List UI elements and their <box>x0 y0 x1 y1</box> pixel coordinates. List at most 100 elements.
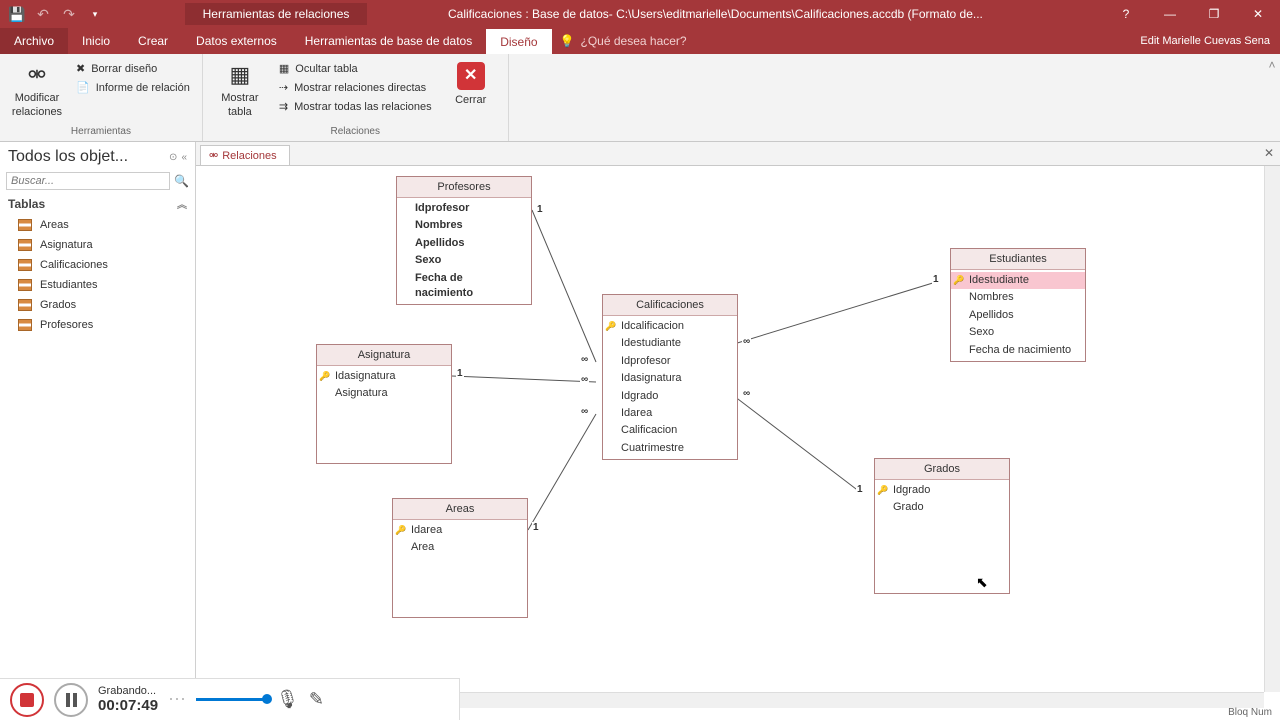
nav-section-tables[interactable]: Tablas ︽ <box>0 192 195 215</box>
table-calificaciones[interactable]: Calificaciones Idcalificacion Idestudian… <box>602 294 738 460</box>
direct-icon: ⇢ <box>279 81 288 94</box>
field-idgrado[interactable]: Idgrado <box>875 482 1009 499</box>
nav-item-estudiantes[interactable]: Estudiantes <box>0 275 195 295</box>
search-icon[interactable]: 🔍 <box>170 174 189 188</box>
table-title: Estudiantes <box>951 249 1085 270</box>
tab-relaciones[interactable]: ⚮ Relaciones <box>200 145 290 165</box>
field-idprofesor[interactable]: Idprofesor <box>397 200 531 217</box>
ribbon-tabs: Archivo Inicio Crear Datos externos Herr… <box>0 28 1280 54</box>
nav-dropdown-icon[interactable]: ⊙ <box>165 152 181 163</box>
table-icon <box>18 219 32 231</box>
hide-table-button[interactable]: ▦Ocultar tabla <box>275 60 436 77</box>
field-apellidos[interactable]: Apellidos <box>397 235 531 252</box>
table-icon <box>18 319 32 331</box>
table-title: Calificaciones <box>603 295 737 316</box>
tab-create[interactable]: Crear <box>124 28 182 54</box>
titlebar: 💾 ↶ ↷ ▾ Herramientas de relaciones Calif… <box>0 0 1280 28</box>
tab-home[interactable]: Inicio <box>68 28 124 54</box>
ribbon-group-relations: ▦ Mostrar tabla ▦Ocultar tabla ⇢Mostrar … <box>203 54 509 141</box>
status-text: Bloq Num <box>1228 707 1272 718</box>
nav-item-grados[interactable]: Grados <box>0 295 195 315</box>
field-idcalificacion[interactable]: Idcalificacion <box>603 318 737 335</box>
tab-dbtools[interactable]: Herramientas de base de datos <box>291 28 486 54</box>
redo-icon[interactable]: ↷ <box>60 5 78 23</box>
mic-icon[interactable]: 🎙 <box>276 689 299 710</box>
help-icon[interactable]: ? <box>1104 0 1148 28</box>
field-idasignatura[interactable]: Idasignatura <box>603 370 737 387</box>
nav-search[interactable]: 🔍 <box>0 170 195 192</box>
close-tab-icon[interactable]: ✕ <box>1264 146 1274 160</box>
workspace: Todos los objet... ⊙ « 🔍 Tablas ︽ Areas … <box>0 142 1280 708</box>
search-input[interactable] <box>6 172 170 190</box>
all-relations-button[interactable]: ⇉Mostrar todas las relaciones <box>275 98 436 115</box>
field-idgrado[interactable]: Idgrado <box>603 388 737 405</box>
close-relations-button[interactable]: ✕ Cerrar <box>442 58 500 107</box>
context-tab-label: Herramientas de relaciones <box>185 3 368 25</box>
relations-tab-icon: ⚮ <box>209 149 218 162</box>
table-estudiantes[interactable]: Estudiantes Idestudiante Nombres Apellid… <box>950 248 1086 362</box>
volume-slider[interactable] <box>196 698 266 701</box>
nav-collapse-icon[interactable]: « <box>181 152 187 163</box>
recording-time: 00:07:49 <box>98 697 158 714</box>
field-sexo[interactable]: Sexo <box>397 252 531 269</box>
minimize-icon[interactable]: — <box>1148 0 1192 28</box>
pen-icon[interactable]: ✎ <box>309 689 324 710</box>
table-profesores[interactable]: Profesores Idprofesor Nombres Apellidos … <box>396 176 532 305</box>
table-areas[interactable]: Areas Idarea Area <box>392 498 528 618</box>
field-nombres[interactable]: Nombres <box>397 217 531 234</box>
all-icon: ⇉ <box>279 100 288 113</box>
nav-item-asignatura[interactable]: Asignatura <box>0 235 195 255</box>
field-cuatrimestre[interactable]: Cuatrimestre <box>603 440 737 457</box>
field-sexo[interactable]: Sexo <box>951 324 1085 341</box>
ribbon-collapse-icon[interactable]: ˄ <box>1264 54 1280 141</box>
restore-icon[interactable]: ❐ <box>1192 0 1236 28</box>
field-idestudiante[interactable]: Idestudiante <box>951 272 1085 289</box>
field-area[interactable]: Area <box>393 539 527 556</box>
show-table-button[interactable]: ▦ Mostrar tabla <box>211 58 269 119</box>
direct-relations-button[interactable]: ⇢Mostrar relaciones directas <box>275 79 436 96</box>
tab-design[interactable]: Diseño <box>486 28 551 54</box>
tell-me-search[interactable]: 💡 ¿Qué desea hacer? <box>552 28 1131 54</box>
document-tabs: ⚮ Relaciones ✕ <box>196 142 1280 166</box>
tab-external[interactable]: Datos externos <box>182 28 291 54</box>
table-title: Asignatura <box>317 345 451 366</box>
nav-item-profesores[interactable]: Profesores <box>0 315 195 335</box>
nav-title[interactable]: Todos los objet... <box>8 148 165 166</box>
table-icon <box>18 299 32 311</box>
field-idprofesor[interactable]: Idprofesor <box>603 353 737 370</box>
field-asignatura[interactable]: Asignatura <box>317 385 451 402</box>
pause-button[interactable] <box>54 683 88 717</box>
ribbon: ⚮ Modificar relaciones ✖Borrar diseño 📄I… <box>0 54 1280 142</box>
stop-record-button[interactable] <box>10 683 44 717</box>
field-idarea[interactable]: Idarea <box>603 405 737 422</box>
undo-icon[interactable]: ↶ <box>34 5 52 23</box>
field-nombres[interactable]: Nombres <box>951 289 1085 306</box>
field-apellidos[interactable]: Apellidos <box>951 307 1085 324</box>
field-calificacion[interactable]: Calificacion <box>603 422 737 439</box>
nav-item-calificaciones[interactable]: Calificaciones <box>0 255 195 275</box>
field-fecha[interactable]: Fecha de nacimiento <box>397 270 531 303</box>
vertical-scrollbar[interactable] <box>1264 166 1280 692</box>
field-idasignatura[interactable]: Idasignatura <box>317 368 451 385</box>
relations-icon: ⚮ <box>28 62 46 88</box>
navigation-pane: Todos los objet... ⊙ « 🔍 Tablas ︽ Areas … <box>0 142 196 708</box>
nav-item-areas[interactable]: Areas <box>0 215 195 235</box>
field-idarea[interactable]: Idarea <box>393 522 527 539</box>
table-icon <box>18 279 32 291</box>
relations-canvas[interactable]: Profesores Idprofesor Nombres Apellidos … <box>196 166 1280 708</box>
qat-dropdown-icon[interactable]: ▾ <box>86 5 104 23</box>
ribbon-group-tools: ⚮ Modificar relaciones ✖Borrar diseño 📄I… <box>0 54 203 141</box>
modify-relations-button[interactable]: ⚮ Modificar relaciones <box>8 58 66 119</box>
save-icon[interactable]: 💾 <box>8 5 26 23</box>
table-grados[interactable]: Grados Idgrado Grado <box>874 458 1010 594</box>
table-asignatura[interactable]: Asignatura Idasignatura Asignatura <box>316 344 452 464</box>
chevron-up-icon[interactable]: ︽ <box>177 196 187 211</box>
user-name[interactable]: Edit Marielle Cuevas Sena <box>1130 28 1280 54</box>
field-idestudiante[interactable]: Idestudiante <box>603 335 737 352</box>
field-fecha[interactable]: Fecha de nacimiento <box>951 342 1085 359</box>
tab-file[interactable]: Archivo <box>0 28 68 54</box>
close-icon[interactable]: ✕ <box>1236 0 1280 28</box>
relation-report-button[interactable]: 📄Informe de relación <box>72 79 194 96</box>
clear-design-button[interactable]: ✖Borrar diseño <box>72 60 194 77</box>
field-grado[interactable]: Grado <box>875 499 1009 516</box>
